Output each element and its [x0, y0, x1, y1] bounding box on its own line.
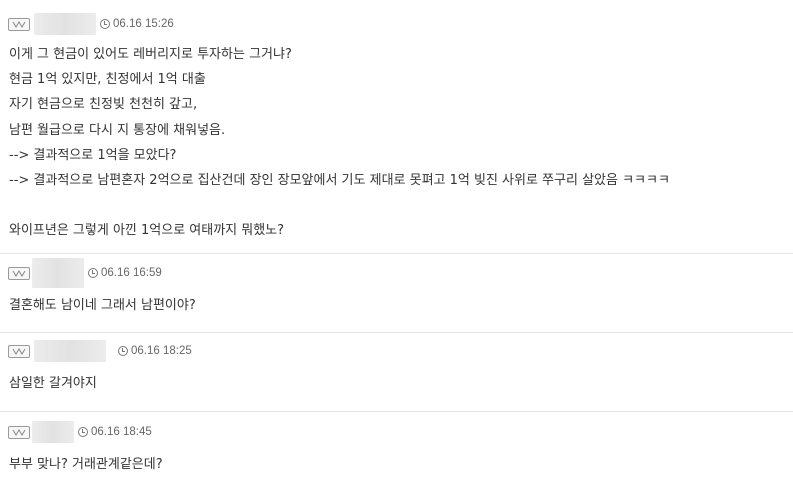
time-text: 06.16 16:59 [101, 267, 162, 279]
comment-line: 와이프년은 그렇게 아낀 1억으로 여태까지 뭐했노? [9, 223, 285, 239]
comment-line: 이게 그 현금이 있어도 레버리지로 투자하는 그거냐? [9, 47, 292, 62]
nickname-blurred[interactable] [34, 340, 106, 362]
comment-meta: 06.16 15:26 [8, 13, 174, 35]
comment-item: 06.16 16:59 결혼해도 남이네 그래서 남편이야? [0, 254, 793, 333]
comment-body: 이게 그 현금이 있어도 레버리지로 투자하는 그거냐? 현금 1억 있지만, … [9, 42, 670, 244]
level-badge-icon [8, 17, 30, 31]
comment-meta: 06.16 16:59 [8, 258, 162, 288]
level-badge-icon [8, 266, 30, 280]
comment-line: 부부 맞나? 거래관계같은데? [9, 457, 163, 472]
comment-body: 부부 맞나? 거래관계같은데? [9, 452, 163, 477]
comment-time: 06.16 18:25 [118, 345, 192, 357]
clock-icon [78, 427, 88, 437]
comment-line: --> 결과적으로 1억을 모았다? [9, 147, 177, 163]
comment-time: 06.16 16:59 [88, 267, 162, 279]
level-badge-icon [8, 425, 30, 439]
nickname-blurred[interactable] [34, 13, 96, 35]
nickname-blurred[interactable] [32, 258, 84, 288]
time-text: 06.16 18:25 [131, 345, 192, 357]
clock-icon [118, 346, 128, 356]
clock-icon [88, 268, 98, 278]
level-badge-icon [8, 344, 30, 358]
comment-meta: 06.16 18:25 [8, 340, 192, 362]
comment-line: 삼일한 갈겨야지 [9, 376, 97, 391]
nickname-blurred[interactable] [32, 421, 74, 443]
comment-item: 06.16 18:25 삼일한 갈겨야지 [0, 333, 793, 412]
comment-line [9, 193, 670, 218]
comment-body: 결혼해도 남이네 그래서 남편이야? [9, 293, 196, 318]
comment-line: 자기 현금으로 친정빚 천천히 갚고, [9, 97, 198, 113]
time-text: 06.16 15:26 [113, 18, 174, 30]
comment-line: 현금 1억 있지만, 친정에서 1억 대출 [9, 72, 206, 88]
comment-body: 삼일한 갈겨야지 [9, 371, 97, 396]
comment-meta: 06.16 18:45 [8, 421, 152, 443]
comment-item: 06.16 18:45 부부 맞나? 거래관계같은데? [0, 412, 793, 490]
clock-icon [100, 19, 110, 29]
comment-time: 06.16 18:45 [78, 426, 152, 438]
comment-time: 06.16 15:26 [100, 18, 174, 30]
comment-line: --> 결과적으로 남편혼자 2억으로 집산건데 장인 장모앞에서 기도 제대로… [9, 172, 670, 188]
comment-line: 남편 월급으로 다시 지 통장에 채워넣음. [9, 122, 226, 138]
comment-line: 결혼해도 남이네 그래서 남편이야? [9, 298, 196, 313]
time-text: 06.16 18:45 [91, 426, 152, 438]
comment-item: 06.16 15:26 이게 그 현금이 있어도 레버리지로 투자하는 그거냐?… [0, 0, 793, 254]
